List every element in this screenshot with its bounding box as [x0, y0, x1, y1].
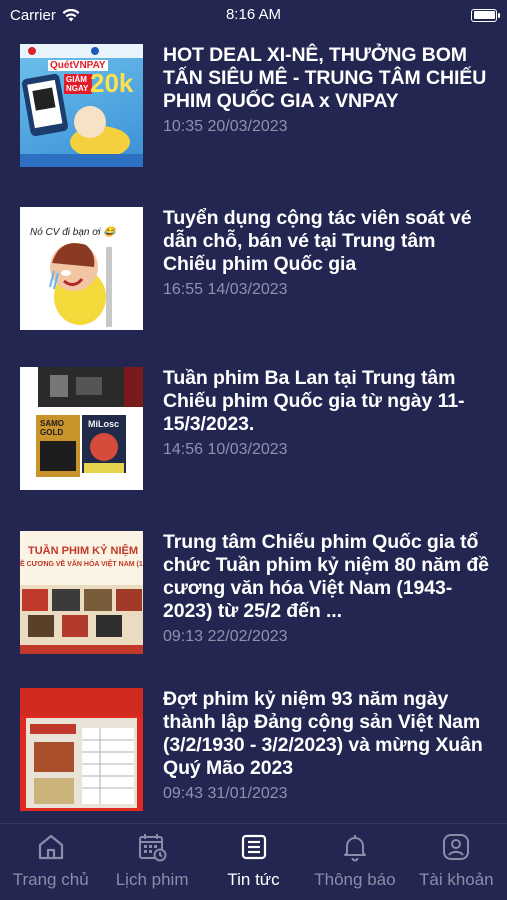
tab-home[interactable]: Trang chủ [0, 824, 101, 900]
news-thumbnail [20, 688, 143, 811]
tab-notifications[interactable]: Thông báo [304, 824, 405, 900]
thumb-amount: 20k [90, 68, 134, 98]
news-date: 09:43 31/01/2023 [163, 785, 288, 802]
news-item[interactable]: Nó CV đi bạn ơi 😂 Tuyển dụng cộng tác vi… [20, 207, 490, 331]
news-thumbnail: QuétVNPAY GIẢM NGAY 20k [20, 44, 143, 167]
news-icon [241, 834, 266, 860]
thumb-sub: Ề CƯƠNG VỀ VĂN HÓA VIỆT NAM (1 [20, 561, 143, 568]
news-thumbnail: TUẦN PHIM KỶ NIỆM Ề CƯƠNG VỀ VĂN HÓA VIỆ… [20, 531, 143, 654]
tab-news[interactable]: Tin tức [203, 824, 304, 900]
news-title: Đợt phim kỷ niệm 93 năm ngày thành lập Đ… [163, 688, 483, 779]
news-title: HOT DEAL XI-NÊ, THƯỞNG BOM TẤN SIÊU MÊ -… [163, 44, 487, 112]
news-title: Tuyển dụng cộng tác viên soát vé dẫn chỗ… [163, 207, 472, 275]
tab-account[interactable]: Tài khoản [406, 824, 507, 900]
tab-bar: Trang chủ Lịch phim Tin tức Thông báo Tà… [0, 823, 507, 900]
status-time: 8:16 AM [225, 6, 282, 23]
news-date: 09:13 22/02/2023 [163, 628, 288, 645]
home-icon [38, 834, 63, 860]
calendar-icon [139, 834, 167, 862]
news-item[interactable]: QuétVNPAY GIẢM NGAY 20k HOT DEAL XI-NÊ, … [20, 44, 490, 168]
news-thumbnail: SAMO GOLD MiLosc [20, 367, 143, 490]
thumb-poster-2: MiLosc [88, 419, 120, 429]
news-title: Trung tâm Chiếu phim Quốc gia tổ chức Tu… [163, 531, 489, 622]
tab-label: Thông báo [314, 870, 396, 889]
news-item[interactable]: TUẦN PHIM KỶ NIỆM Ề CƯƠNG VỀ VĂN HÓA VIỆ… [20, 531, 490, 655]
bell-icon [343, 835, 366, 862]
thumb-promo: GIẢM NGAY [64, 74, 92, 94]
news-item[interactable]: SAMO GOLD MiLosc Tuần phim Ba Lan tại Tr… [20, 367, 490, 491]
news-title: Tuần phim Ba Lan tại Trung tâm Chiếu phi… [163, 367, 465, 435]
tab-label: Tài khoản [418, 870, 494, 889]
news-date: 16:55 14/03/2023 [163, 281, 288, 298]
tab-label: Trang chủ [12, 870, 89, 889]
thumb-poster-1: SAMO GOLD [40, 419, 64, 437]
news-date: 10:35 20/03/2023 [163, 118, 288, 135]
tab-schedule[interactable]: Lịch phim [101, 824, 202, 900]
tab-label: Lịch phim [115, 870, 189, 889]
news-date: 14:56 10/03/2023 [163, 441, 288, 458]
thumb-heading: TUẦN PHIM KỶ NIỆM [28, 545, 138, 557]
news-item[interactable]: Đợt phim kỷ niệm 93 năm ngày thành lập Đ… [20, 688, 490, 812]
account-icon [443, 834, 470, 860]
news-thumbnail: Nó CV đi bạn ơi 😂 [20, 207, 143, 330]
tab-label: Tin tức [227, 870, 280, 889]
thumb-caption: Nó CV đi bạn ơi 😂 [30, 227, 116, 238]
